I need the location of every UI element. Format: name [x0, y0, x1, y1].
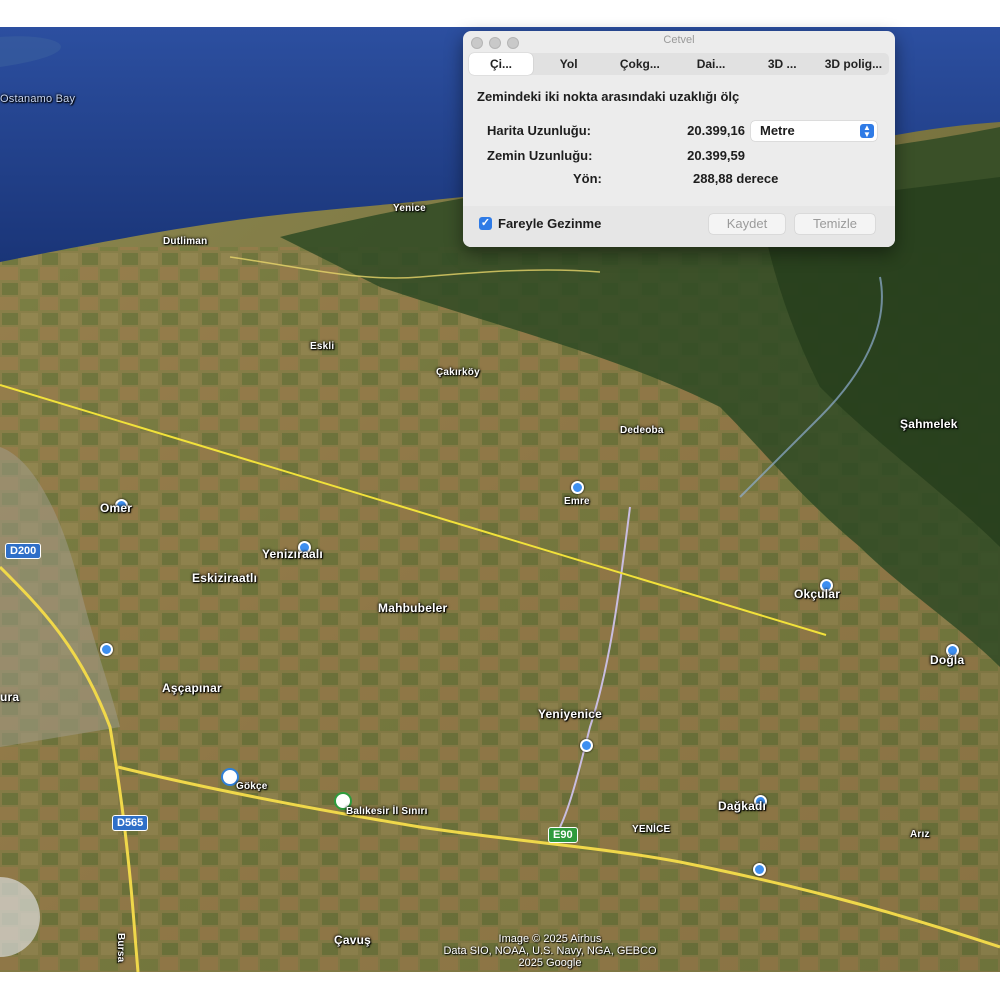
place-emre: Emre — [564, 496, 590, 507]
place-pin[interactable] — [580, 739, 593, 752]
attribution-line-1: Image © 2025 Airbus — [498, 933, 602, 945]
place-yenice-town: YENİCE — [632, 824, 671, 835]
place-gokce: Gökçe — [236, 781, 268, 792]
ground-length-label: Zemin Uzunluğu: — [487, 148, 593, 163]
map-length-label: Harita Uzunluğu: — [487, 123, 591, 138]
ruler-description: Zemindeki iki nokta arasındaki uzaklığı … — [477, 89, 740, 104]
attribution-line-3: 2025 Google — [518, 957, 582, 969]
place-okcular: Okçular — [794, 587, 841, 601]
tab-path[interactable]: Yol — [533, 53, 604, 75]
ruler-footer: ✓ Fareyle Gezinme Kaydet Temizle — [463, 206, 895, 247]
map-attribution: Image © 2025 Airbus Data SIO, NOAA, U.S.… — [400, 933, 700, 969]
place-balikesir-sinir: Balıkesir İl Sınırı — [346, 806, 428, 817]
place-ura: ura — [0, 690, 20, 704]
place-cakirkoy: Çakırköy — [436, 367, 480, 378]
place-sahmelek: Şahmelek — [900, 417, 958, 431]
ruler-titlebar[interactable]: Cetvel — [463, 31, 895, 51]
map-length-value: 20.399,16 — [687, 123, 745, 138]
place-eskli: Eskli — [310, 341, 335, 352]
place-dutliman: Dutliman — [163, 236, 208, 247]
window-title: Cetvel — [663, 34, 695, 46]
tab-line[interactable]: Çi... — [469, 53, 534, 75]
checkbox-checked-icon[interactable]: ✓ — [479, 217, 492, 230]
tab-3d-path[interactable]: 3D ... — [747, 53, 818, 75]
place-bursa: Bursa — [115, 933, 126, 963]
place-cavus: Çavuş — [334, 933, 372, 947]
road-shield-d200: D200 — [5, 543, 42, 559]
heading-label: Yön: — [573, 171, 602, 186]
heading-value: 288,88 derece — [693, 171, 779, 186]
place-pin[interactable] — [571, 481, 584, 494]
unit-select-value: Metre — [760, 123, 795, 138]
place-mahbubeler: Mahbubeler — [378, 601, 448, 615]
place-dogla: Doğla — [930, 653, 965, 667]
place-yenice-north: Yenice — [393, 203, 426, 214]
save-button[interactable]: Kaydet — [709, 214, 785, 234]
chevron-updown-icon: ▲ ▼ — [860, 124, 874, 139]
place-pin[interactable] — [753, 863, 766, 876]
road-shield-e90: E90 — [548, 827, 578, 843]
tab-polygon[interactable]: Çokg... — [604, 53, 675, 75]
place-omer: Omer — [100, 501, 133, 515]
place-ostanamo-bay: Ostanamo Bay — [0, 93, 76, 105]
mouse-nav-toggle[interactable]: ✓ Fareyle Gezinme — [479, 216, 601, 231]
clear-button[interactable]: Temizle — [795, 214, 875, 234]
place-ascapinar: Aşçapınar — [162, 681, 222, 695]
place-dedeoba: Dedeoba — [620, 425, 664, 436]
ruler-dialog: Cetvel Çi... Yol Çokg... Dai... 3D ... 3… — [463, 31, 895, 247]
mouse-nav-label: Fareyle Gezinme — [498, 216, 602, 231]
road-shield-d565: D565 — [112, 815, 149, 831]
place-ariz: Arız — [910, 829, 930, 840]
place-dagkadi: Dağkadı — [718, 799, 767, 813]
place-yeniyenice: Yeniyenice — [538, 707, 603, 721]
ruler-tabs: Çi... Yol Çokg... Dai... 3D ... 3D polig… — [469, 53, 889, 75]
unit-select[interactable]: Metre ▲ ▼ — [751, 121, 877, 141]
place-pin[interactable] — [100, 643, 113, 656]
tab-circle[interactable]: Dai... — [675, 53, 746, 75]
place-eskizirali: Eskiziraatlı — [192, 571, 258, 585]
tab-3d-polygon[interactable]: 3D polig... — [818, 53, 889, 75]
place-yenizirali: Yenizıraalı — [262, 547, 323, 561]
attribution-line-2: Data SIO, NOAA, U.S. Navy, NGA, GEBCO — [443, 945, 657, 957]
ground-length-value: 20.399,59 — [687, 148, 745, 163]
